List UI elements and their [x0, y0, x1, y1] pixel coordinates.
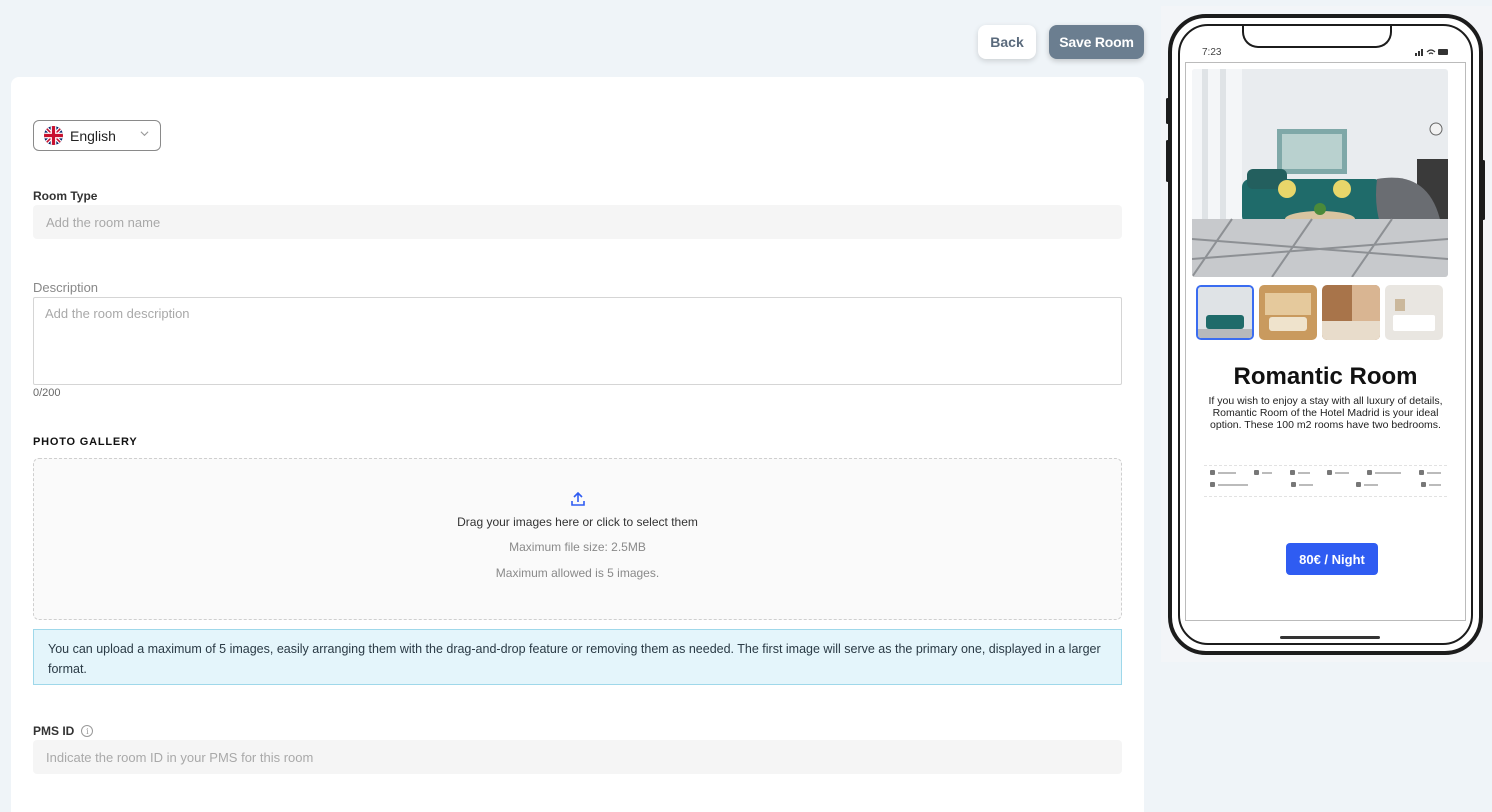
- home-indicator: [1280, 636, 1380, 639]
- gallery-info-box: You can upload a maximum of 5 images, ea…: [33, 629, 1122, 685]
- top-actions: Back Save Room: [978, 25, 1144, 59]
- pms-id-input[interactable]: Indicate the room ID in your PMS for thi…: [33, 740, 1122, 774]
- price-per-night-button[interactable]: 80€ / Night: [1286, 543, 1378, 575]
- amenity-item: [1327, 470, 1350, 475]
- thumbnail-item[interactable]: [1322, 285, 1380, 340]
- description-label: Description: [33, 280, 99, 295]
- pms-id-label: PMS ID: [33, 724, 75, 738]
- amenity-icon: [1421, 482, 1426, 487]
- room-type-input[interactable]: Add the room name: [33, 205, 1122, 239]
- amenity-item: [1356, 482, 1378, 487]
- main-room-photo: [1192, 69, 1448, 277]
- amenity-item: [1210, 470, 1236, 475]
- photo-gallery-title: PHOTO GALLERY: [33, 436, 138, 448]
- info-icon[interactable]: i: [81, 725, 94, 737]
- amenity-item: [1291, 482, 1313, 487]
- dropzone-max-size: Maximum file size: 2.5MB: [509, 540, 646, 554]
- thumbnail-item[interactable]: [1385, 285, 1443, 340]
- amenity-icon: [1356, 482, 1361, 487]
- preview-amenities: [1204, 465, 1447, 497]
- amenity-icon: [1210, 470, 1215, 475]
- amenity-item: [1367, 470, 1402, 475]
- preview-content: Romantic Room If you wish to enjoy a sta…: [1185, 62, 1466, 621]
- amenity-item: [1210, 482, 1248, 487]
- language-select[interactable]: English: [33, 120, 161, 151]
- photo-dropzone[interactable]: Drag your images here or click to select…: [33, 458, 1122, 620]
- uk-flag-icon: [44, 126, 63, 145]
- amenity-icon: [1289, 470, 1295, 475]
- phone-time: 7:23: [1202, 47, 1222, 58]
- amenity-icon: [1367, 470, 1373, 475]
- save-room-button[interactable]: Save Room: [1049, 25, 1144, 59]
- pms-id-placeholder: Indicate the room ID in your PMS for thi…: [46, 749, 314, 765]
- phone-preview: 7:23 Romantic Room If you wish to enjoy …: [1168, 14, 1483, 655]
- chevron-down-icon: [140, 131, 149, 137]
- thumbnail-item[interactable]: [1259, 285, 1317, 340]
- back-button[interactable]: Back: [978, 25, 1036, 59]
- amenity-item: [1418, 470, 1441, 475]
- amenity-item: [1253, 470, 1272, 475]
- description-textarea[interactable]: Add the room description: [33, 297, 1122, 385]
- amenity-icon: [1327, 470, 1333, 475]
- amenity-item: [1289, 470, 1310, 475]
- amenity-icon: [1210, 482, 1215, 487]
- dropzone-text: Drag your images here or click to select…: [457, 515, 698, 529]
- room-type-label: Room Type: [33, 189, 98, 203]
- amenity-icon: [1253, 470, 1259, 475]
- room-form-card: English Room Type Add the room name Desc…: [11, 77, 1144, 812]
- thumbnail-item[interactable]: [1196, 285, 1254, 340]
- amenity-item: [1421, 482, 1441, 487]
- pms-label-row: PMS ID i: [33, 724, 94, 738]
- description-placeholder: Add the room description: [45, 306, 190, 321]
- thumbnail-strip: [1196, 285, 1443, 340]
- description-counter: 0/200: [33, 387, 61, 399]
- language-label: English: [70, 127, 116, 144]
- phone-notch: [1242, 26, 1392, 48]
- room-type-placeholder: Add the room name: [46, 214, 161, 230]
- amenity-icon: [1418, 470, 1424, 475]
- status-icons: [1415, 49, 1448, 56]
- upload-icon: [570, 491, 585, 506]
- amenity-icon: [1291, 482, 1296, 487]
- dropzone-max-count: Maximum allowed is 5 images.: [495, 566, 660, 580]
- phone-screen: 7:23 Romantic Room If you wish to enjoy …: [1178, 24, 1473, 645]
- preview-room-title: Romantic Room: [1233, 363, 1418, 390]
- preview-room-description: If you wish to enjoy a stay with all lux…: [1208, 395, 1443, 431]
